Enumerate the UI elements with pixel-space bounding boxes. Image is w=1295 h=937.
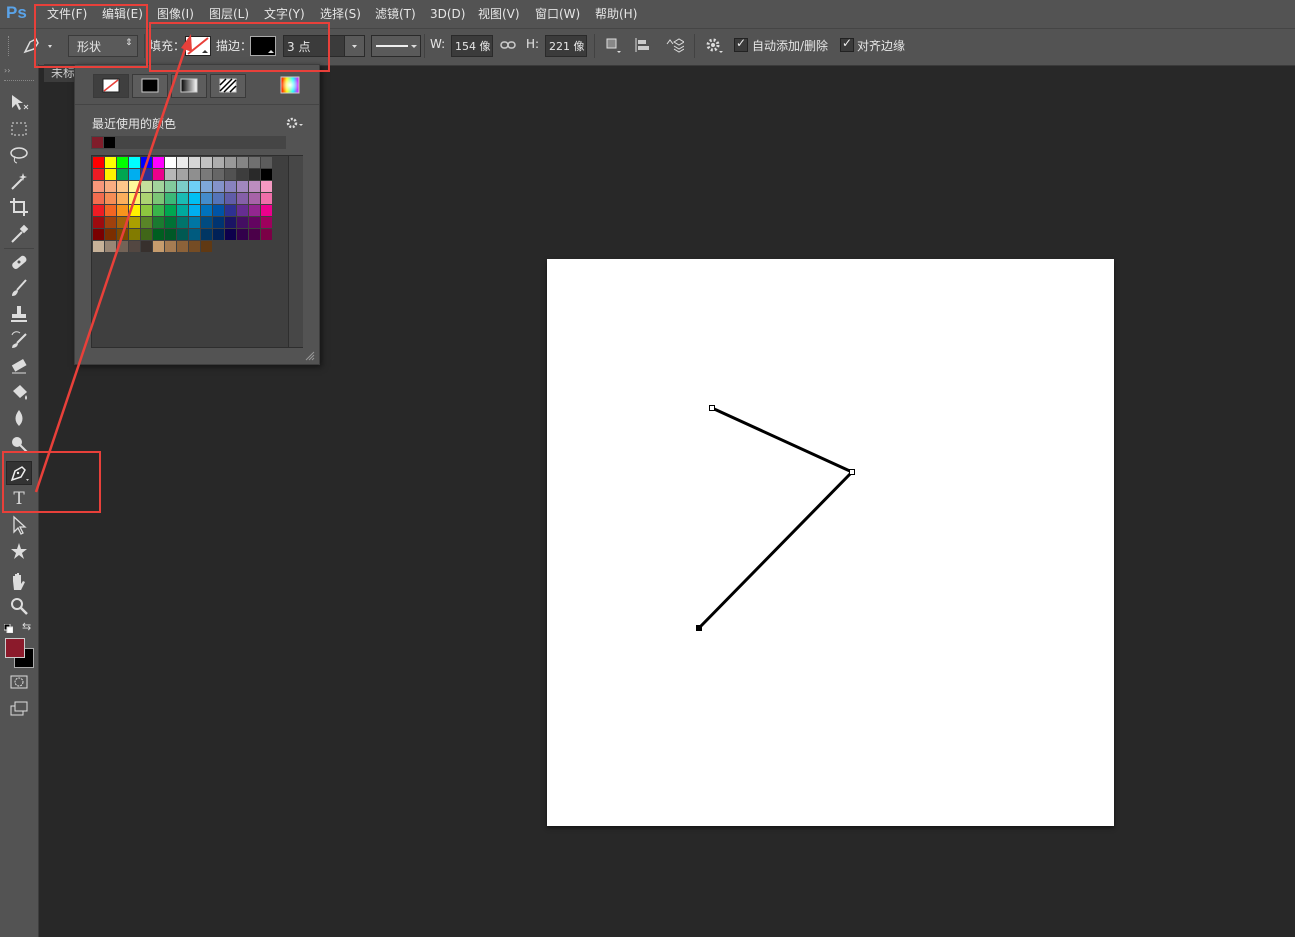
hand-tool-icon[interactable] — [8, 569, 30, 591]
anchor-point-selected[interactable] — [696, 625, 702, 631]
auto-add-delete-checkbox[interactable]: ✓ — [734, 36, 748, 52]
width-field[interactable]: 154 像 — [451, 35, 493, 57]
height-field[interactable]: 221 像 — [545, 35, 587, 57]
foreground-color-swatch[interactable] — [5, 638, 25, 658]
anchor-point[interactable] — [849, 469, 855, 475]
resize-grip-icon[interactable] — [305, 350, 315, 361]
width-label: W: — [430, 37, 446, 51]
anchor-point[interactable] — [709, 405, 715, 411]
default-colors-icon[interactable] — [3, 622, 14, 634]
stroke-line-icon — [376, 45, 417, 48]
divider — [594, 34, 595, 58]
annotation-arrow — [34, 34, 192, 493]
divider — [694, 34, 695, 58]
height-value: 221 像 — [549, 40, 585, 53]
align-edges-checkbox[interactable]: ✓ — [840, 36, 854, 52]
quick-mask-icon[interactable] — [8, 671, 30, 693]
swap-colors-icon[interactable]: ⇆ — [22, 620, 31, 633]
pen-path — [696, 405, 855, 631]
document-canvas[interactable] — [547, 259, 1114, 826]
checkmark-icon: ✓ — [736, 36, 747, 50]
path-alignment-icon[interactable] — [634, 36, 652, 54]
custom-shape-icon[interactable] — [8, 540, 30, 562]
path-arrangement-icon[interactable] — [664, 36, 685, 54]
link-icon[interactable] — [500, 38, 516, 52]
menu-filter[interactable]: 滤镜(T) — [375, 0, 416, 28]
menu-window[interactable]: 窗口(W) — [535, 0, 580, 28]
screen-mode-icon[interactable] — [8, 698, 30, 720]
checkmark-icon: ✓ — [842, 36, 853, 50]
stroke-type-select[interactable] — [371, 35, 421, 57]
menu-view[interactable]: 视图(V) — [478, 0, 520, 28]
menu-help[interactable]: 帮助(H) — [595, 0, 637, 28]
menu-3d[interactable]: 3D(D) — [430, 0, 465, 28]
width-value: 154 像 — [455, 40, 491, 53]
chevron-down-icon[interactable] — [344, 36, 364, 56]
align-edges-label: 对齐边缘 — [857, 39, 906, 53]
height-label: H: — [526, 37, 540, 51]
divider — [424, 34, 425, 58]
gear-icon[interactable] — [704, 36, 724, 54]
auto-add-delete-label: 自动添加/删除 — [752, 39, 829, 53]
path-operations-icon[interactable] — [604, 36, 622, 54]
zoom-tool-icon[interactable] — [8, 595, 30, 617]
